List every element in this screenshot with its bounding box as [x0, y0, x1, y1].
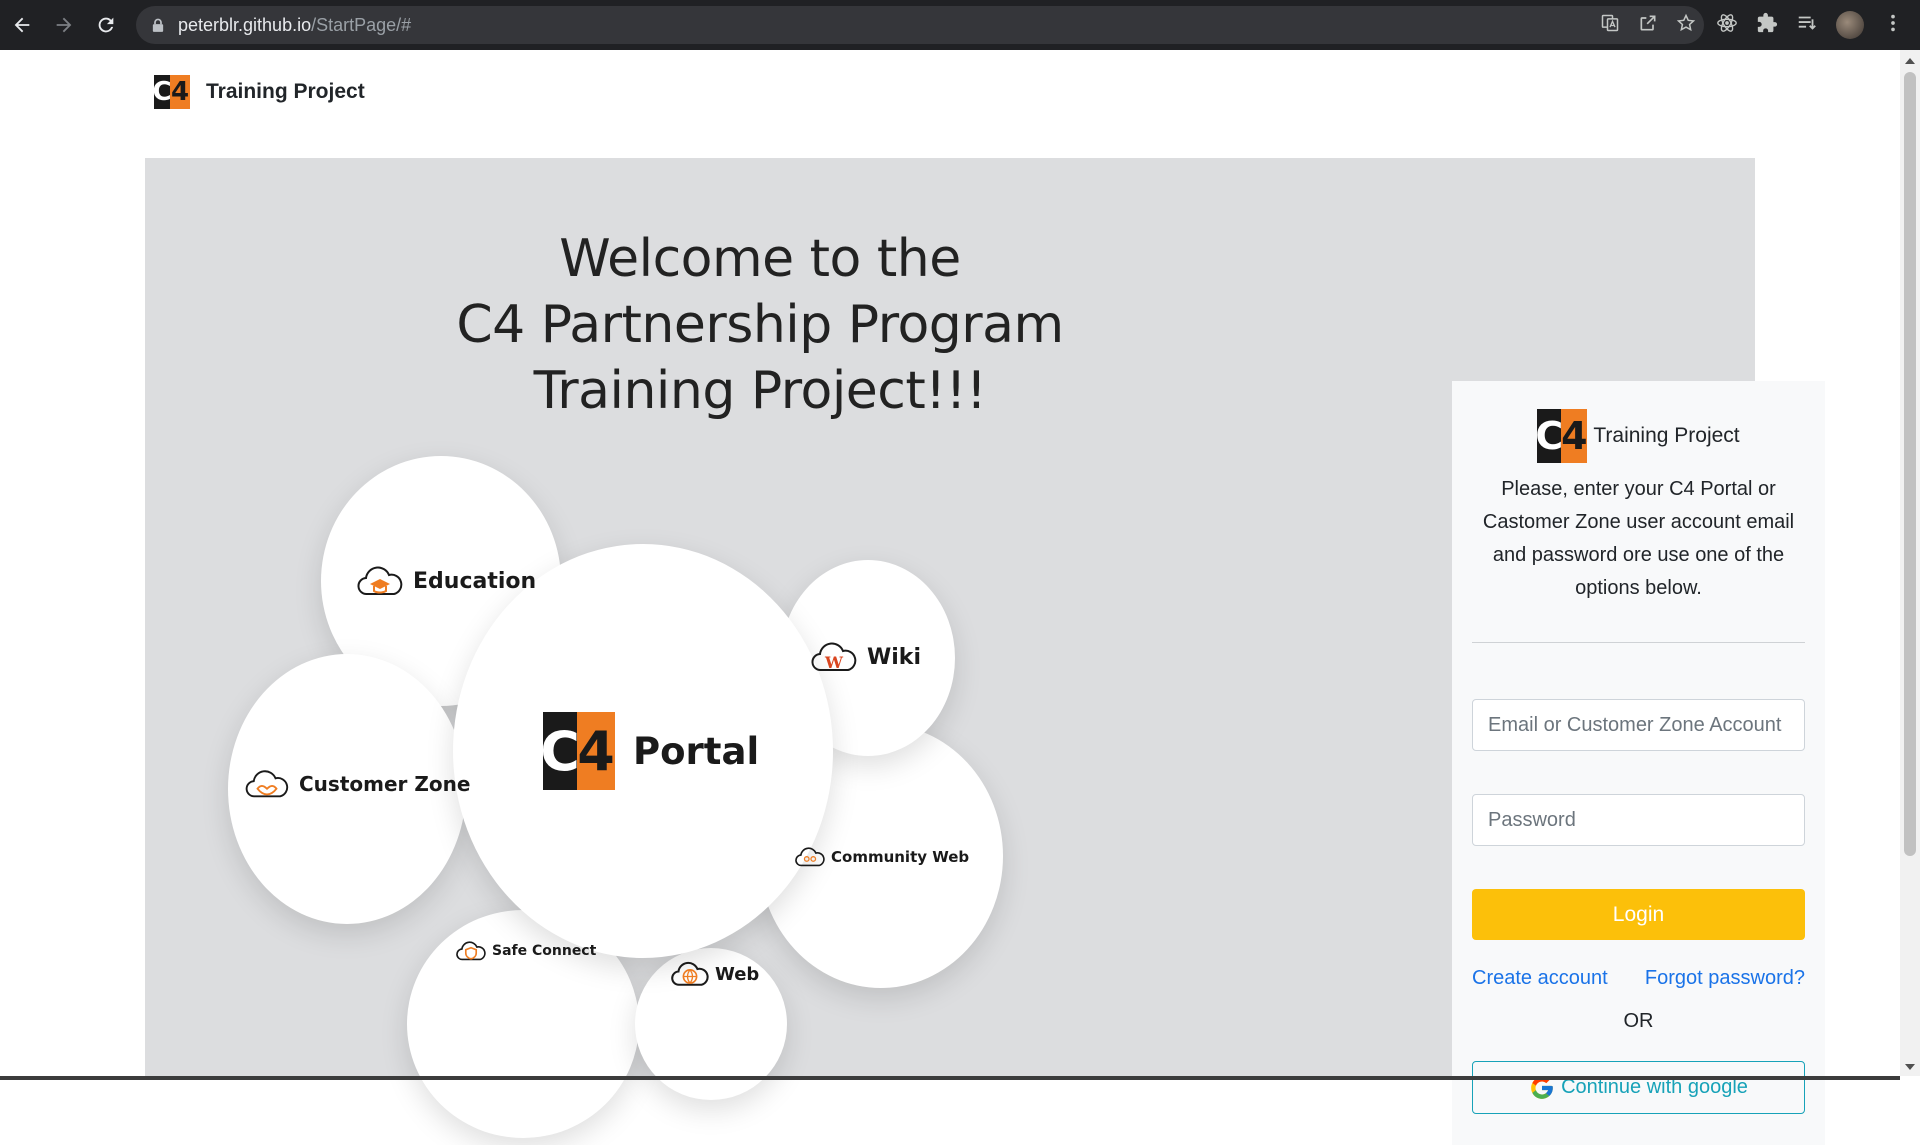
wiki-cloud-icon: W	[811, 642, 857, 672]
lock-icon[interactable]	[152, 17, 166, 33]
welcome-title: Welcome to the C4 Partnership Program Tr…	[325, 226, 1195, 424]
card-c4-logo: C 4	[1535, 409, 1588, 463]
login-description: Please, enter your C4 Portal or Castomer…	[1482, 478, 1795, 599]
create-account-link[interactable]: Create account	[1472, 967, 1608, 990]
profile-avatar[interactable]	[1836, 11, 1864, 39]
portal-label[interactable]: C 4 Portal	[540, 712, 760, 790]
star-icon[interactable]	[1676, 13, 1696, 37]
brand-name[interactable]: Training Project	[206, 80, 365, 104]
portal-logo-4: 4	[577, 712, 615, 790]
scroll-thumb[interactable]	[1904, 72, 1916, 856]
url-text[interactable]: peterblr.github.io/StartPage/#	[178, 15, 411, 36]
safe-connect-shield-icon	[456, 941, 486, 961]
logo-4: 4	[170, 75, 190, 109]
translate-icon[interactable]	[1600, 13, 1620, 37]
url-host: peterblr.github.io	[178, 14, 312, 35]
card-header: C 4 Training Project	[1452, 409, 1825, 463]
customer-zone-text: Customer Zone	[299, 772, 471, 796]
url-path: /StartPage/#	[311, 14, 412, 35]
education-cloud-icon	[357, 566, 403, 595]
customer-zone-cloud-icon	[245, 770, 289, 798]
browser-toolbar: peterblr.github.io/StartPage/#	[0, 0, 1920, 50]
customer-zone-label[interactable]: Customer Zone	[245, 766, 470, 802]
wiki-label[interactable]: W Wiki	[811, 638, 921, 676]
web-text: Web	[715, 963, 760, 985]
welcome-line-2: C4 Partnership Program	[456, 295, 1064, 355]
hero-panel: Welcome to the C4 Partnership Program Tr…	[145, 158, 1825, 1145]
card-brand: Training Project	[1593, 424, 1740, 447]
safe-connect-text: Safe Connect	[492, 943, 597, 959]
email-field[interactable]	[1472, 699, 1805, 751]
portal-text: Portal	[633, 729, 760, 773]
community-web-icon	[795, 847, 825, 867]
login-button[interactable]: Login	[1472, 889, 1805, 940]
portal-c4-logo: C 4	[540, 712, 615, 790]
scroll-down-arrow-icon[interactable]	[1905, 1064, 1915, 1070]
forward-arrow-icon[interactable]	[44, 5, 84, 45]
reload-icon[interactable]	[86, 5, 126, 45]
login-card: C 4 Training Project Please, enter your …	[1452, 381, 1825, 1145]
extensions-puzzle-icon[interactable]	[1756, 12, 1778, 38]
safe-connect-label[interactable]: Safe Connect	[456, 938, 596, 964]
card-logo-c: C	[1535, 409, 1563, 463]
share-icon[interactable]	[1638, 13, 1658, 37]
scroll-up-arrow-icon[interactable]	[1905, 58, 1915, 64]
education-label[interactable]: Education	[357, 562, 536, 600]
logo-c: C	[152, 75, 172, 109]
react-devtools-icon[interactable]	[1716, 12, 1738, 38]
welcome-line-3: Training Project!!!	[533, 361, 987, 421]
back-arrow-icon[interactable]	[2, 5, 42, 45]
card-logo-4: 4	[1561, 409, 1588, 463]
google-login-button[interactable]: Continue with google	[1472, 1061, 1805, 1114]
card-divider	[1472, 642, 1805, 643]
wiki-mark: W	[824, 653, 844, 672]
community-web-text: Community Web	[831, 848, 970, 866]
bottom-edge	[0, 1076, 1900, 1080]
portal-logo-c: C	[540, 712, 580, 790]
reading-list-icon[interactable]	[1796, 12, 1818, 38]
forgot-password-link[interactable]: Forgot password?	[1645, 967, 1805, 990]
community-web-label[interactable]: Community Web	[795, 844, 969, 870]
web-label[interactable]: Web	[671, 958, 759, 990]
education-text: Education	[413, 568, 537, 594]
or-separator: OR	[1623, 1010, 1654, 1032]
menu-dots-icon[interactable]	[1882, 12, 1904, 38]
web-globe-icon	[671, 961, 709, 986]
address-bar[interactable]: peterblr.github.io/StartPage/#	[136, 6, 1704, 44]
c4-logo[interactable]: C 4	[152, 75, 190, 109]
password-field[interactable]	[1472, 794, 1805, 846]
welcome-line-1: Welcome to the	[559, 229, 961, 289]
wiki-text: Wiki	[867, 644, 921, 670]
site-header: C 4 Training Project	[152, 74, 365, 110]
page-scrollbar[interactable]	[1900, 50, 1920, 1076]
